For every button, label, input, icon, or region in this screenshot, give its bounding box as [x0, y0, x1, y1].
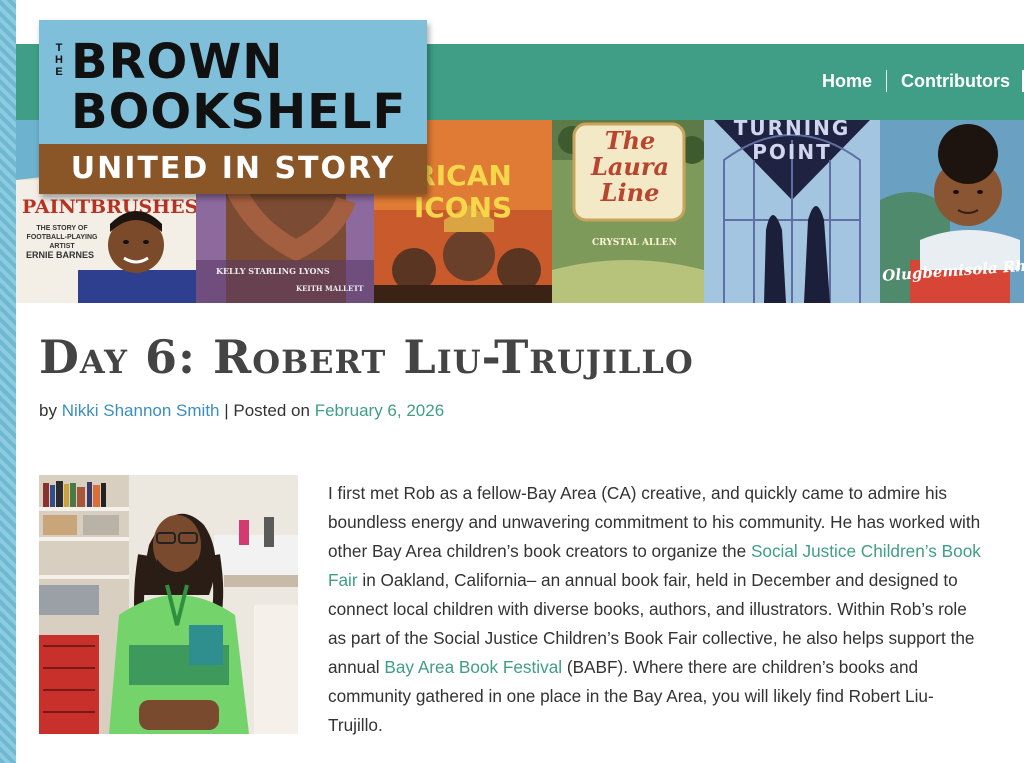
nav-divider	[886, 70, 888, 92]
nav-contributors-link[interactable]: Contributors	[901, 71, 1010, 92]
post-title: Day 6: Robert Liu-Trujillo	[39, 330, 694, 384]
post-date-link[interactable]: February 6, 2026	[315, 401, 444, 420]
author-link[interactable]: Nikki Shannon Smith	[62, 401, 220, 420]
banner-book-turning-point: TURNING POINT	[704, 120, 880, 303]
main-nav: Home Contributors	[822, 70, 1024, 92]
site-logo[interactable]: THE BROWN BOOKSHELF UNITED IN STORY	[39, 20, 427, 194]
byline-posted-label: | Posted on	[224, 401, 310, 420]
post-byline: by Nikki Shannon Smith | Posted on Febru…	[39, 401, 444, 421]
bay-area-book-festival-link[interactable]: Bay Area Book Festival	[384, 657, 562, 677]
author-photo	[39, 475, 298, 734]
logo-line-2: BOOKSHELF	[71, 84, 407, 140]
banner-book-laura-line: The Laura Line CRYSTAL ALLEN	[552, 120, 704, 303]
post-intro-paragraph: I first met Rob as a fellow-Bay Area (CA…	[328, 479, 988, 740]
left-decorative-stripe	[0, 0, 16, 763]
byline-by-label: by	[39, 401, 57, 420]
book-author: CRYSTAL ALLEN	[592, 238, 677, 248]
book-author: KELLY STARLING LYONS	[216, 266, 330, 276]
book-title: The Laura Line	[590, 126, 670, 207]
logo-tagline: UNITED IN STORY	[39, 144, 427, 194]
book-title: TURNING POINT	[733, 120, 851, 164]
book-illustrator: KEITH MALLETT	[296, 284, 364, 293]
logo-the-text: THE	[53, 42, 65, 78]
logo-line-1: BROWN	[71, 34, 284, 90]
banner-book-rhuday-perkovich: Olugbemisola Rhuday-Perkovi	[880, 120, 1024, 303]
author-photo-image	[39, 475, 298, 734]
logo-top-panel: THE BROWN BOOKSHELF	[39, 20, 427, 144]
nav-home-link[interactable]: Home	[822, 71, 872, 92]
